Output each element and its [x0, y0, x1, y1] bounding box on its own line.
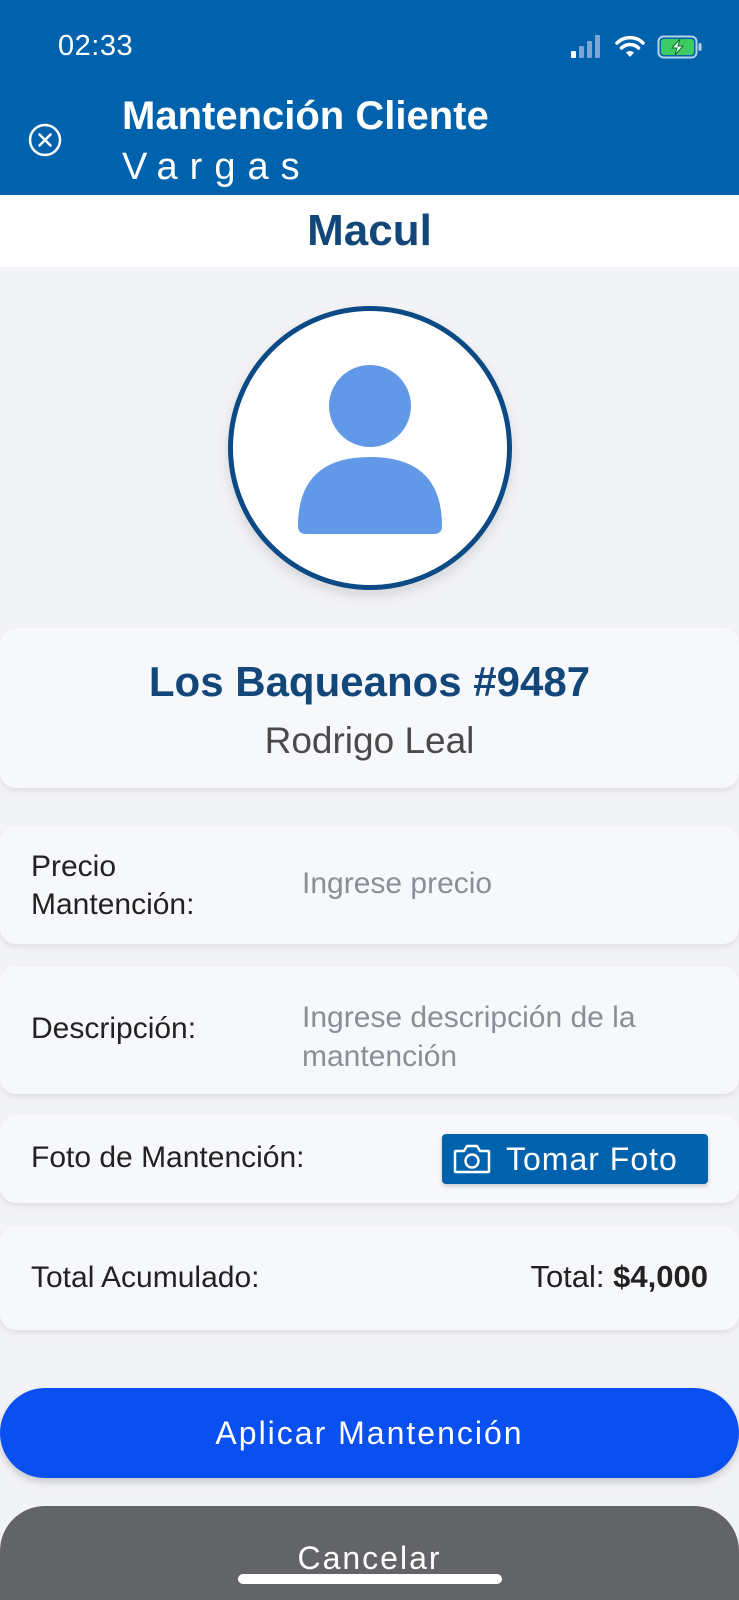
descripcion-label: Descripción:: [31, 1012, 197, 1045]
page-subtitle: Vargas: [122, 146, 312, 188]
precio-label: Precio Mantención:: [31, 850, 195, 921]
precio-input[interactable]: Ingrese precio: [302, 864, 492, 903]
status-time: 02:33: [58, 30, 134, 62]
total-label: Total Acumulado:: [31, 1261, 260, 1294]
home-indicator[interactable]: [238, 1574, 502, 1584]
status-icons: [571, 32, 703, 62]
precio-card: Precio Mantención: Ingrese precio: [0, 826, 739, 944]
signal-icon: [571, 35, 600, 58]
total-prefix: Total:: [530, 1259, 605, 1294]
app-screen: 02:33 Mantención Cliente Vargas Macul Lo…: [0, 0, 739, 1600]
foto-card: Foto de Mantención: Tomar Foto: [0, 1115, 739, 1203]
wifi-icon: [615, 35, 645, 57]
client-address: Los Baqueanos #9487: [148, 658, 591, 705]
take-photo-button[interactable]: Tomar Foto: [442, 1134, 708, 1184]
page-title: Mantención Cliente: [122, 94, 489, 138]
descripcion-card: Descripción: Ingrese descripción de la m…: [0, 966, 739, 1094]
camera-icon: [453, 1144, 491, 1174]
total-card: Total Acumulado: Total: $4,000: [0, 1226, 739, 1330]
total-amount: $4,000: [613, 1259, 708, 1294]
descripcion-input[interactable]: Ingrese descripción de la mantención: [302, 998, 702, 1076]
client-person: Rodrigo Leal: [264, 720, 475, 761]
location-name: Macul: [0, 195, 739, 267]
apply-button[interactable]: Aplicar Mantención: [0, 1388, 739, 1478]
close-icon[interactable]: [27, 122, 63, 158]
user-avatar-icon: [298, 365, 442, 534]
client-card: Los Baqueanos #9487 Rodrigo Leal: [0, 628, 739, 788]
app-header: 02:33 Mantención Cliente Vargas: [0, 0, 739, 195]
cancel-button[interactable]: Cancelar: [0, 1506, 739, 1600]
avatar: [228, 306, 512, 590]
battery-charging-icon: [657, 35, 702, 59]
foto-label: Foto de Mantención:: [31, 1141, 305, 1174]
take-photo-label: Tomar Foto: [506, 1140, 678, 1177]
total-value: Total: $4,000: [530, 1259, 708, 1295]
